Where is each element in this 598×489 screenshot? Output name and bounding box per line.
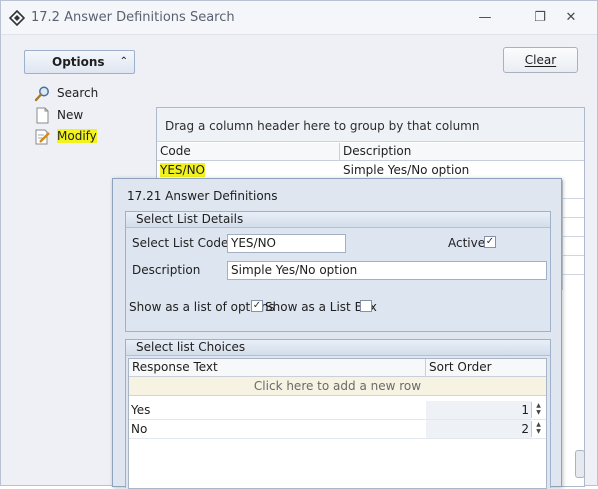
select-list-choices-group: Select list Choices Response Text Sort O… xyxy=(125,339,551,489)
sort-order-cell[interactable]: 2 xyxy=(426,420,531,438)
minimize-icon[interactable]: — xyxy=(475,9,495,27)
nav-item-label: Modify xyxy=(57,129,97,143)
response-text-cell[interactable]: Yes xyxy=(129,401,426,419)
table-row[interactable]: Yes 1 ▲ ▼ xyxy=(129,401,546,420)
options-dropdown-button[interactable]: Options ⌃ xyxy=(24,50,135,74)
new-document-icon xyxy=(36,107,49,124)
spinner-icon[interactable]: ▲ ▼ xyxy=(531,402,545,418)
active-checkbox[interactable]: ✓ xyxy=(484,236,496,248)
chevron-up-icon: ⌃ xyxy=(119,56,128,67)
app-logo-icon xyxy=(9,10,25,26)
spinner-icon[interactable]: ▲ ▼ xyxy=(531,421,545,437)
search-window: 17.2 Answer Definitions Search — ❐ ✕ Opt… xyxy=(0,0,598,489)
clear-button-label: Clear xyxy=(524,53,557,67)
column-header-code[interactable]: Code xyxy=(157,143,340,161)
answer-definitions-dialog: 17.21 Answer Definitions Select List Det… xyxy=(112,178,562,489)
list-code-label: Select List Code xyxy=(132,236,229,250)
row-code-text: YES/NO xyxy=(160,163,205,177)
restore-icon[interactable]: ❐ xyxy=(530,9,550,27)
list-code-field[interactable]: YES/NO xyxy=(227,234,346,253)
hidden-button-edge[interactable] xyxy=(575,450,585,478)
title-bar: 17.2 Answer Definitions Search — ❐ ✕ xyxy=(1,1,597,35)
edit-document-icon xyxy=(35,129,50,145)
choices-grid: Response Text Sort Order Click here to a… xyxy=(128,358,547,489)
description-field[interactable]: Simple Yes/No option xyxy=(227,261,547,280)
column-header-description[interactable]: Description xyxy=(340,143,584,161)
window-title: 17.2 Answer Definitions Search xyxy=(31,10,235,25)
grid-header: Code Description xyxy=(157,143,584,161)
clear-button[interactable]: Clear xyxy=(503,47,578,73)
group-caption: Select list Choices xyxy=(126,340,550,356)
column-header-response-text[interactable]: Response Text xyxy=(129,359,426,377)
options-label: Options xyxy=(52,55,105,69)
table-row[interactable]: No 2 ▲ ▼ xyxy=(129,420,546,439)
column-header-sort-order[interactable]: Sort Order xyxy=(426,359,546,377)
active-label: Active xyxy=(448,236,486,250)
nav-item-label: New xyxy=(57,108,84,122)
response-text-cell[interactable]: No xyxy=(129,420,426,438)
select-list-details-group: Select List Details Select List Code YES… xyxy=(125,211,551,332)
nav-item-label: Search xyxy=(57,86,99,100)
group-caption: Select List Details xyxy=(126,212,550,228)
add-new-row[interactable]: Click here to add a new row xyxy=(129,377,546,396)
show-listbox-checkbox[interactable] xyxy=(360,300,372,312)
close-icon[interactable]: ✕ xyxy=(561,9,581,27)
choices-grid-header: Response Text Sort Order xyxy=(129,359,546,377)
dialog-title: 17.21 Answer Definitions xyxy=(127,189,278,203)
sort-order-cell[interactable]: 1 xyxy=(426,401,531,419)
empty-row-lines xyxy=(562,180,584,290)
show-list-checkbox[interactable]: ✓ xyxy=(251,300,263,312)
description-label: Description xyxy=(132,263,201,277)
group-by-panel[interactable]: Drag a column header here to group by th… xyxy=(157,108,584,142)
search-icon xyxy=(34,86,49,102)
